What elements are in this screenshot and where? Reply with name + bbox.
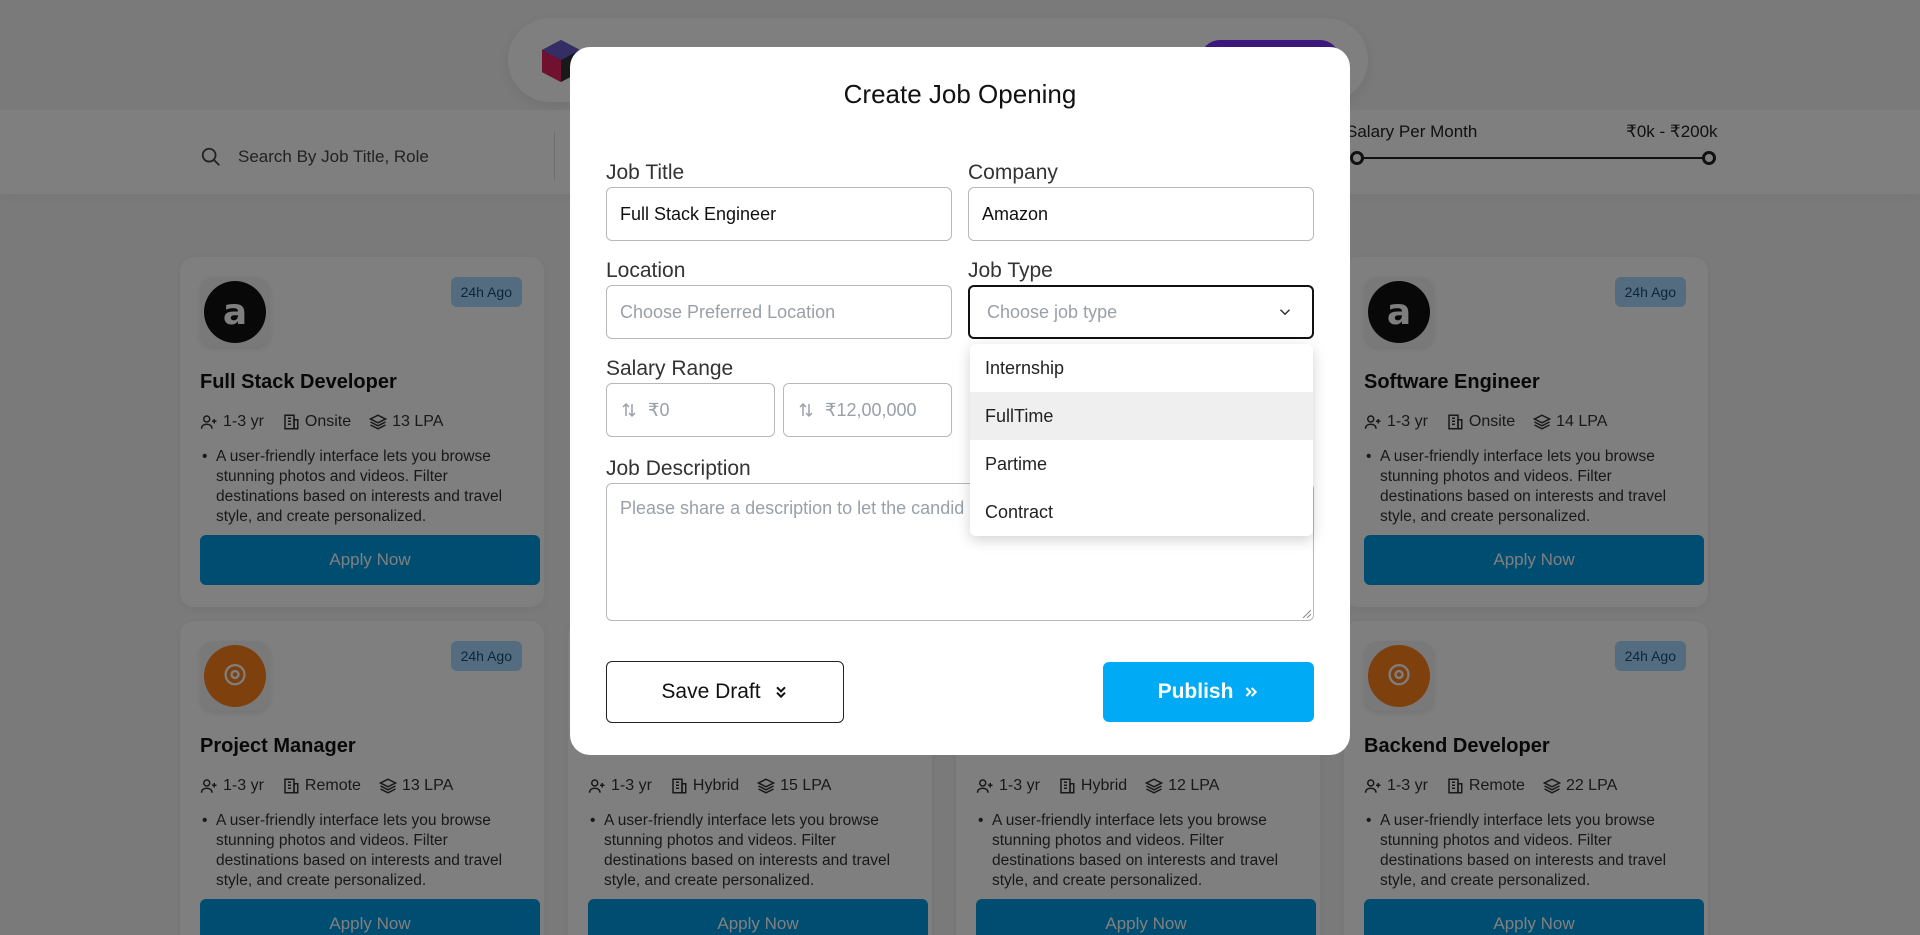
job-title-input[interactable]: Full Stack Engineer <box>606 187 952 241</box>
salary-range-label: Salary Range <box>606 357 734 380</box>
chevron-down-icon <box>1279 309 1291 316</box>
resize-grip-icon[interactable] <box>1301 608 1311 618</box>
location-input[interactable]: Choose Preferred Location <box>606 285 952 339</box>
job-type-dropdown: Internship FullTime Partime Contract <box>970 344 1313 536</box>
salary-min-placeholder: ₹0 <box>648 399 670 420</box>
job-type-placeholder: Choose job type <box>987 301 1118 322</box>
save-draft-label: Save Draft <box>661 680 761 703</box>
job-type-option[interactable]: Contract <box>970 488 1313 536</box>
job-description-label: Job Description <box>606 457 751 480</box>
publish-button[interactable]: Publish <box>1103 662 1314 722</box>
job-type-option[interactable]: FullTime <box>970 392 1313 440</box>
salary-max-input[interactable]: ₹12,00,000 <box>783 383 952 437</box>
publish-label: Publish <box>1157 680 1234 703</box>
save-draft-button[interactable]: Save Draft <box>606 661 844 723</box>
double-chevron-down-icon <box>775 686 786 699</box>
job-description-placeholder: Please share a description to let the ca… <box>620 498 965 518</box>
job-title-label: Job Title <box>606 161 685 184</box>
job-type-option[interactable]: Partime <box>970 440 1313 488</box>
company-label: Company <box>968 161 1058 184</box>
double-chevron-right-icon <box>1246 687 1258 697</box>
salary-max-placeholder: ₹12,00,000 <box>825 399 917 420</box>
company-input[interactable]: Amazon <box>968 187 1314 241</box>
job-type-label: Job Type <box>968 259 1053 282</box>
sort-icon <box>622 402 636 418</box>
sort-icon <box>799 402 813 418</box>
job-type-select[interactable]: Choose job type <box>968 285 1314 339</box>
job-type-option[interactable]: Internship <box>970 344 1313 392</box>
location-label: Location <box>606 259 686 282</box>
modal-title: Create Job Opening <box>843 79 1077 109</box>
salary-min-input[interactable]: ₹0 <box>606 383 775 437</box>
